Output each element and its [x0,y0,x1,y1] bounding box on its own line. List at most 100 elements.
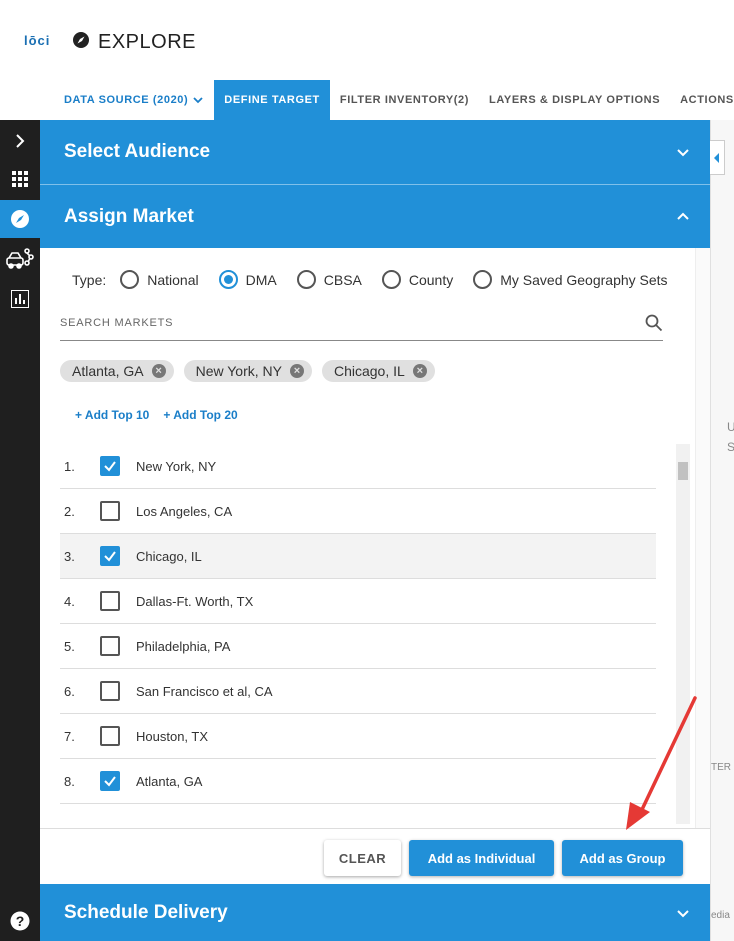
market-rank: 4. [64,593,75,609]
rail-analytics-button[interactable] [0,280,40,318]
radio-label: CBSA [323,271,362,288]
radio-circle [296,270,316,289]
market-checkbox[interactable] [100,591,120,611]
market-rank: 8. [64,773,75,789]
chip-label: New York, NY [195,363,282,379]
remove-chip-icon[interactable]: × [289,364,304,378]
market-row[interactable]: 7. Houston, TX [60,714,656,759]
help-icon: ? [10,911,30,931]
chevron-up-icon [677,212,689,220]
market-rank: 6. [64,683,75,699]
tab-define-target[interactable]: DEFINE TARGET [214,80,330,120]
market-type-radio-group: Type: National DMA CBSA County My Saved … [72,270,668,289]
add-as-individual-button[interactable]: Add as Individual [409,840,554,876]
tab-data-source[interactable]: DATA SOURCE (2020) [54,80,214,120]
market-row[interactable]: 6. San Francisco et al, CA [60,669,656,714]
map-area[interactable]: U S TER edia [710,120,734,941]
add-top-20-link[interactable]: + Add Top 20 [163,408,237,422]
search-markets-input[interactable] [60,317,580,329]
market-name: New York, NY [136,458,217,474]
loci-logo: lōci [24,33,51,48]
chip-label: Chicago, IL [333,363,405,379]
page-title: EXPLORE [98,31,196,53]
caret-left-icon [714,152,719,163]
radio-county[interactable]: County [381,270,454,289]
market-row[interactable]: 5. Philadelphia, PA [60,624,656,669]
collapse-panel-button[interactable] [710,140,725,175]
left-rail: ? [0,120,40,941]
rail-explore-button[interactable] [0,200,40,238]
tab-layers-display-options[interactable]: LAYERS & DISPLAY OPTIONS [479,80,670,120]
radio-label: National [147,271,199,288]
market-row[interactable]: 2. Los Angeles, CA [60,489,656,534]
market-row[interactable]: 3. Chicago, IL [60,534,656,579]
tab-actions[interactable]: ACTIONS [670,80,734,120]
help-button[interactable]: ? [0,902,40,940]
radio-circle [120,270,140,289]
select-audience-header[interactable]: Select Audience [40,120,710,184]
clear-button[interactable]: CLEAR [324,840,401,876]
remove-chip-icon[interactable]: × [151,364,166,378]
market-row[interactable]: 1. New York, NY [60,444,656,489]
radio-label: County [408,271,454,288]
annotation-arrow [626,696,697,830]
market-rank: 1. [64,458,75,474]
selected-market-chips: Atlanta, GA × New York, NY × Chicago, IL × [60,360,435,382]
radio-cbsa[interactable]: CBSA [296,270,362,289]
scrollbar-thumb[interactable] [678,462,688,480]
market-name: Los Angeles, CA [136,503,233,519]
market-checkbox-checked[interactable] [100,456,120,476]
market-checkbox-checked[interactable] [100,771,120,791]
radio-circle-selected [218,270,238,289]
remove-chip-icon[interactable]: × [412,364,427,378]
market-chip: Chicago, IL × [321,360,435,382]
top-tabs: DATA SOURCE (2020) DEFINE TARGET FILTER … [54,80,734,120]
add-top-links: + Add Top 10 + Add Top 20 [75,408,238,422]
tab-data-source-label: DATA SOURCE (2020) [64,94,189,106]
market-name: Atlanta, GA [136,773,203,789]
radio-circle [473,270,493,289]
search-icon[interactable] [645,314,663,332]
market-checkbox[interactable] [100,636,120,656]
vehicles-icon [6,248,34,269]
market-checkbox[interactable] [100,726,120,746]
market-row[interactable]: 4. Dallas-Ft. Worth, TX [60,579,656,624]
radio-label: DMA [245,271,277,288]
chevron-right-icon [16,134,25,148]
market-checkbox[interactable] [100,681,120,701]
chevron-down-icon [677,149,689,157]
add-top-10-link[interactable]: + Add Top 10 [75,408,149,422]
map-label-fragment: U [727,420,734,434]
market-name: Chicago, IL [136,548,202,564]
market-rank: 3. [64,548,75,564]
market-name: Houston, TX [136,728,209,744]
expand-rail-button[interactable] [0,122,40,160]
page-header: EXPLORE [72,31,196,54]
check-icon [104,776,116,787]
rail-vehicles-button[interactable] [0,240,40,278]
tab-filter-inventory[interactable]: FILTER INVENTORY(2) [330,80,479,120]
rail-grid-button[interactable] [0,160,40,198]
assign-market-header[interactable]: Assign Market [40,184,710,248]
market-list: 1. New York, NY 2. Los Angeles, CA 3. Ch… [60,444,656,820]
chevron-down-icon [193,97,203,104]
radio-circle [381,270,401,289]
section-title: Schedule Delivery [64,901,228,923]
radio-dma[interactable]: DMA [218,270,277,289]
check-icon [104,551,116,562]
compass-icon [11,210,29,228]
radio-national[interactable]: National [120,270,199,289]
market-checkbox-checked[interactable] [100,546,120,566]
check-icon [104,461,116,472]
radio-saved-geography-sets[interactable]: My Saved Geography Sets [473,270,668,289]
market-chip: New York, NY × [183,360,312,382]
market-row[interactable]: 8. Atlanta, GA [60,759,656,804]
market-checkbox[interactable] [100,501,120,521]
schedule-delivery-header[interactable]: Schedule Delivery [40,884,710,941]
type-label: Type: [72,271,107,288]
section-title: Assign Market [64,205,194,227]
map-label-fragment: TER [711,762,731,773]
radio-label: My Saved Geography Sets [500,271,668,288]
add-as-group-button[interactable]: Add as Group [562,840,683,876]
chip-label: Atlanta, GA [72,363,144,379]
